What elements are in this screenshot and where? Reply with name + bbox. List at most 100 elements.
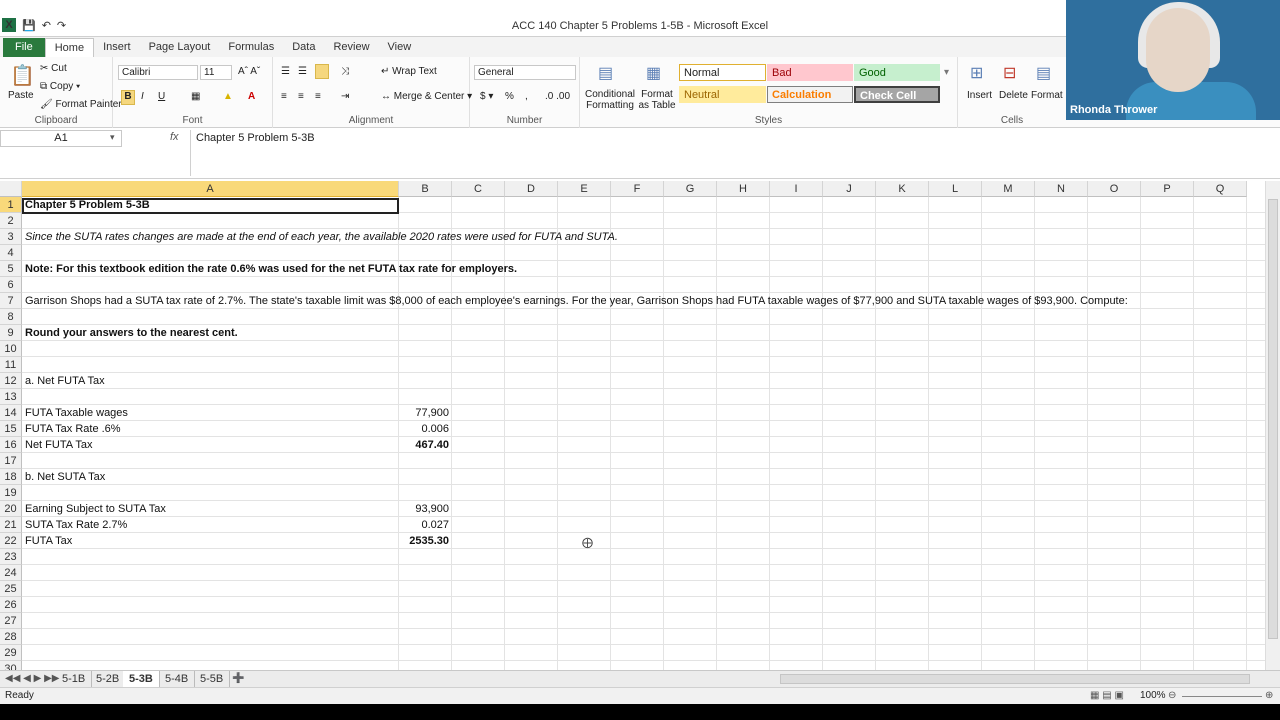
- cell-a20[interactable]: Earning Subject to SUTA Tax: [25, 501, 166, 517]
- style-bad[interactable]: Bad: [767, 64, 853, 81]
- normal-view-icon[interactable]: ▦ ▤ ▣: [1090, 690, 1124, 701]
- column-header-a[interactable]: A: [22, 181, 399, 197]
- row-header[interactable]: 6: [0, 277, 22, 293]
- comma-icon[interactable]: ,: [525, 91, 528, 102]
- column-header-n[interactable]: N: [1035, 181, 1088, 197]
- decimal-icon[interactable]: .0 .00: [545, 91, 570, 102]
- row-header[interactable]: 1: [0, 197, 22, 213]
- column-header-f[interactable]: F: [611, 181, 664, 197]
- row-header[interactable]: 18: [0, 469, 22, 485]
- column-header-j[interactable]: J: [823, 181, 876, 197]
- insert-function-button[interactable]: fx: [170, 131, 179, 143]
- indent-icon[interactable]: ⇥: [341, 91, 349, 102]
- column-header-m[interactable]: M: [982, 181, 1035, 197]
- tab-review[interactable]: Review: [324, 38, 378, 57]
- column-header-l[interactable]: L: [929, 181, 982, 197]
- bold-button[interactable]: B: [121, 90, 135, 105]
- align-top-icon[interactable]: ☰: [281, 66, 290, 77]
- sheet-tab-5-5b[interactable]: 5-5B: [194, 671, 231, 687]
- row-header[interactable]: 24: [0, 565, 22, 581]
- cell-b16[interactable]: 467.40: [399, 437, 449, 453]
- italic-button[interactable]: I: [141, 91, 144, 102]
- merge-center-button[interactable]: ↔ Merge & Center ▾: [381, 91, 472, 102]
- sheet-tab-5-2b[interactable]: 5-2B: [90, 671, 127, 687]
- cell-b15[interactable]: 0.006: [399, 421, 449, 437]
- formula-input[interactable]: Chapter 5 Problem 5-3B: [190, 130, 1265, 176]
- column-header-k[interactable]: K: [876, 181, 929, 197]
- number-format-select[interactable]: General: [474, 65, 576, 80]
- row-header[interactable]: 14: [0, 405, 22, 421]
- underline-button[interactable]: U: [158, 91, 165, 102]
- row-header[interactable]: 29: [0, 645, 22, 661]
- tab-data[interactable]: Data: [283, 38, 324, 57]
- percent-icon[interactable]: %: [505, 91, 514, 102]
- cell-b14[interactable]: 77,900: [399, 405, 449, 421]
- row-header[interactable]: 28: [0, 629, 22, 645]
- select-all-corner[interactable]: [0, 181, 22, 197]
- font-color-icon[interactable]: A: [248, 91, 255, 102]
- cell-a3[interactable]: Since the SUTA rates changes are made at…: [25, 229, 618, 245]
- cell-b20[interactable]: 93,900: [399, 501, 449, 517]
- row-header[interactable]: 4: [0, 245, 22, 261]
- copy-button[interactable]: ⧉ Copy ▾: [40, 81, 80, 92]
- column-header-p[interactable]: P: [1141, 181, 1194, 197]
- column-header-i[interactable]: I: [770, 181, 823, 197]
- paste-icon[interactable]: 📋: [10, 63, 35, 88]
- zoom-slider[interactable]: [1182, 696, 1262, 697]
- row-header[interactable]: 19: [0, 485, 22, 501]
- style-neutral[interactable]: Neutral: [679, 86, 766, 103]
- column-header-g[interactable]: G: [664, 181, 717, 197]
- row-header[interactable]: 17: [0, 453, 22, 469]
- cell-a22[interactable]: FUTA Tax: [25, 533, 72, 549]
- font-name-select[interactable]: Calibri: [118, 65, 198, 80]
- row-header[interactable]: 5: [0, 261, 22, 277]
- row-header[interactable]: 25: [0, 581, 22, 597]
- tab-view[interactable]: View: [379, 38, 421, 57]
- row-header[interactable]: 9: [0, 325, 22, 341]
- cell-a12[interactable]: a. Net FUTA Tax: [25, 373, 105, 389]
- row-header[interactable]: 12: [0, 373, 22, 389]
- tab-file[interactable]: File: [3, 38, 45, 57]
- name-box-dropdown-icon[interactable]: ▾: [110, 132, 115, 143]
- cell-a9[interactable]: Round your answers to the nearest cent.: [25, 325, 238, 341]
- horizontal-scrollbar[interactable]: [780, 674, 1250, 684]
- tab-formulas[interactable]: Formulas: [219, 38, 283, 57]
- format-painter-button[interactable]: 🖌 Format Painter: [40, 99, 122, 110]
- cut-button[interactable]: ✂ Cut: [40, 63, 67, 74]
- conditional-formatting-button[interactable]: Conditional Formatting: [584, 89, 636, 111]
- column-header-h[interactable]: H: [717, 181, 770, 197]
- sheet-nav-arrows-icon[interactable]: ◀◀ ◀ ▶ ▶▶: [5, 673, 59, 684]
- cell-a15[interactable]: FUTA Tax Rate .6%: [25, 421, 121, 437]
- fill-color-icon[interactable]: ▲: [223, 91, 233, 102]
- currency-icon[interactable]: $ ▾: [480, 91, 493, 102]
- column-header-b[interactable]: B: [399, 181, 452, 197]
- cell-a14[interactable]: FUTA Taxable wages: [25, 405, 128, 421]
- row-header[interactable]: 23: [0, 549, 22, 565]
- row-header[interactable]: 10: [0, 341, 22, 357]
- row-header[interactable]: 2: [0, 213, 22, 229]
- vertical-scroll-thumb[interactable]: [1268, 199, 1278, 639]
- align-bottom-icon[interactable]: [315, 64, 329, 79]
- row-header[interactable]: 20: [0, 501, 22, 517]
- styles-scroll-icon[interactable]: ▾: [944, 67, 949, 78]
- align-center-icon[interactable]: ≡: [298, 91, 304, 102]
- row-header[interactable]: 13: [0, 389, 22, 405]
- row-header[interactable]: 16: [0, 437, 22, 453]
- tab-home[interactable]: Home: [44, 38, 95, 57]
- column-header-e[interactable]: E: [558, 181, 611, 197]
- new-sheet-icon[interactable]: ➕: [232, 673, 244, 684]
- row-header[interactable]: 15: [0, 421, 22, 437]
- row-header[interactable]: 7: [0, 293, 22, 309]
- cell-a21[interactable]: SUTA Tax Rate 2.7%: [25, 517, 127, 533]
- cell-a18[interactable]: b. Net SUTA Tax: [25, 469, 105, 485]
- orientation-icon[interactable]: ⤨: [341, 66, 349, 77]
- cell-a16[interactable]: Net FUTA Tax: [25, 437, 92, 453]
- zoom-level[interactable]: 100%: [1140, 690, 1166, 701]
- row-header[interactable]: 11: [0, 357, 22, 373]
- row-header[interactable]: 30: [0, 661, 22, 670]
- style-good[interactable]: Good: [854, 64, 940, 81]
- column-header-c[interactable]: C: [452, 181, 505, 197]
- tab-page-layout[interactable]: Page Layout: [140, 38, 220, 57]
- cell-a7[interactable]: Garrison Shops had a SUTA tax rate of 2.…: [25, 293, 1128, 309]
- column-header-q[interactable]: Q: [1194, 181, 1247, 197]
